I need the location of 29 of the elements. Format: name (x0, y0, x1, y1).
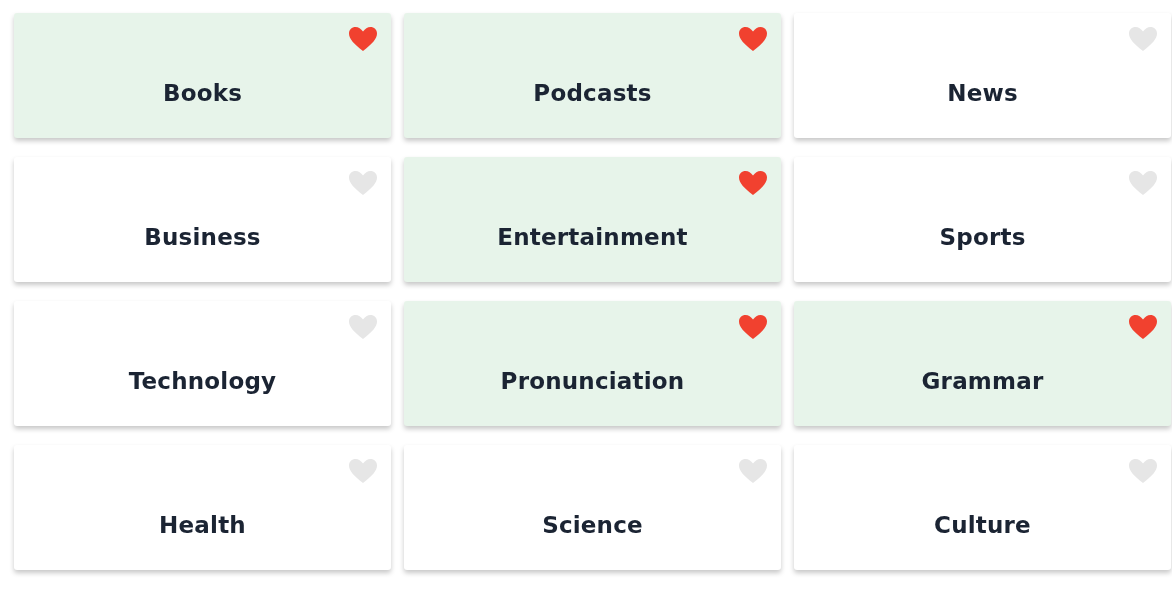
topic-card[interactable]: Pronunciation (404, 301, 781, 426)
heart-icon[interactable] (1128, 314, 1158, 340)
topic-label: Podcasts (533, 79, 652, 106)
topic-card[interactable]: Business (14, 157, 391, 282)
heart-icon[interactable] (738, 26, 768, 52)
topic-card[interactable]: Grammar (794, 301, 1171, 426)
heart-icon[interactable] (738, 314, 768, 340)
topic-label: Entertainment (497, 223, 688, 250)
heart-icon[interactable] (348, 26, 378, 52)
topic-label: Business (144, 223, 261, 250)
topic-card[interactable]: Books (14, 13, 391, 138)
topic-card[interactable]: Culture (794, 445, 1171, 570)
topic-card[interactable]: Technology (14, 301, 391, 426)
topic-card[interactable]: Health (14, 445, 391, 570)
topic-card[interactable]: Entertainment (404, 157, 781, 282)
topic-label: Science (542, 511, 643, 538)
topic-card[interactable]: News (794, 13, 1171, 138)
topic-label: Pronunciation (500, 367, 685, 394)
topic-label: Health (159, 511, 246, 538)
topic-card[interactable]: Science (404, 445, 781, 570)
topic-label: Culture (934, 511, 1031, 538)
topic-label: Grammar (921, 367, 1044, 394)
topic-label: News (947, 79, 1018, 106)
topic-label: Books (162, 79, 243, 106)
topic-label: Technology (128, 367, 277, 394)
topic-card[interactable]: Podcasts (404, 13, 781, 138)
topic-card[interactable]: Sports (794, 157, 1171, 282)
heart-icon[interactable] (738, 170, 768, 196)
topic-label: Sports (939, 223, 1026, 250)
